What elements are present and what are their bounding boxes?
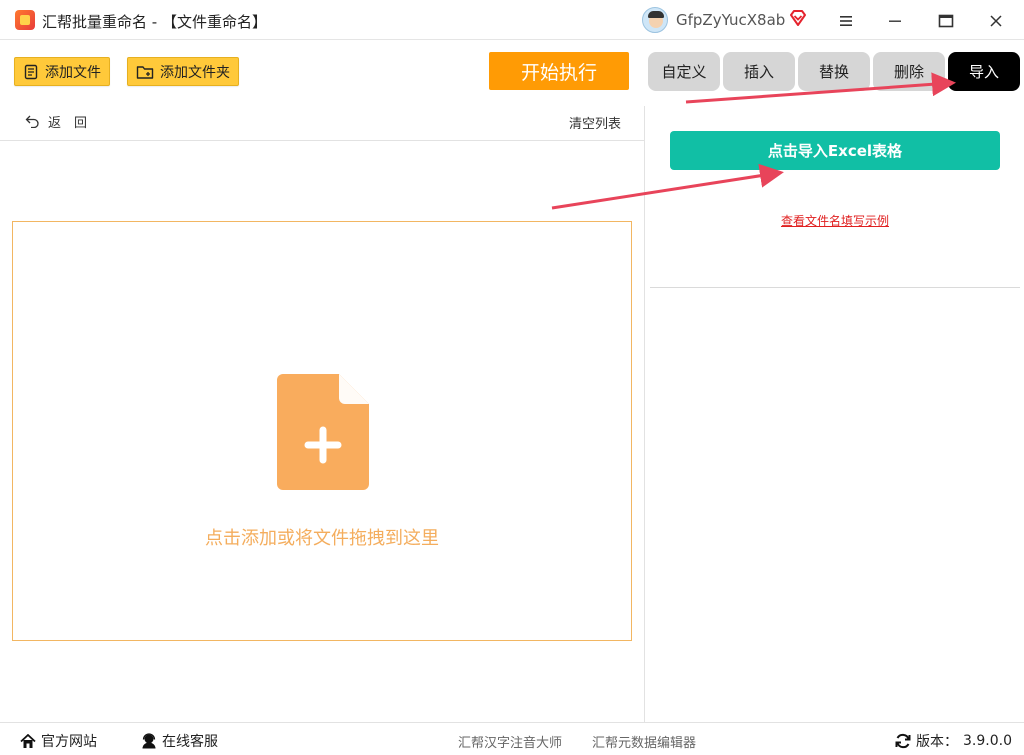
import-excel-button[interactable]: 点击导入Excel表格 — [670, 131, 1000, 170]
window-title: 汇帮批量重命名 - 【文件重命名】 — [42, 13, 267, 31]
tab-custom[interactable]: 自定义 — [648, 52, 720, 91]
filename-example-link[interactable]: 查看文件名填写示例 — [645, 212, 1024, 229]
folder-add-icon — [136, 65, 154, 79]
avatar-hair — [648, 11, 664, 18]
metadata-editor-link[interactable]: 汇帮元数据编辑器 — [592, 732, 696, 751]
hamburger-icon — [840, 16, 852, 26]
import-panel: 点击导入Excel表格 查看文件名填写示例 — [644, 106, 1024, 722]
vip-diamond-icon[interactable] — [789, 9, 807, 27]
file-list-icon — [24, 64, 38, 79]
start-button[interactable]: 开始执行 — [489, 52, 629, 90]
minimize-icon — [889, 20, 901, 22]
tab-import[interactable]: 导入 — [948, 52, 1020, 91]
customer-service-icon — [142, 733, 156, 749]
username[interactable]: GfpZyYucX8ab — [676, 11, 785, 29]
back-label: 返 回 — [48, 116, 88, 131]
online-service-link[interactable]: 在线客服 — [141, 731, 218, 751]
home-icon — [20, 733, 36, 748]
version-info: 版本： 3.9.0.0 — [895, 731, 1012, 751]
maximize-button[interactable] — [933, 8, 959, 34]
tab-replace[interactable]: 替换 — [798, 52, 870, 91]
add-folder-label: 添加文件夹 — [160, 64, 230, 81]
drop-hint-text: 点击添加或将文件拖拽到这里 — [205, 528, 439, 549]
title-bar: 汇帮批量重命名 - 【文件重命名】 GfpZyYucX8ab — [0, 0, 1024, 40]
back-link[interactable]: 返 回 — [25, 112, 87, 131]
minimize-button[interactable] — [882, 8, 908, 34]
close-button[interactable] — [983, 8, 1009, 34]
version-number: 3.9.0.0 — [963, 733, 1012, 749]
app-logo — [15, 10, 35, 30]
back-arrow-icon — [25, 115, 39, 128]
hanzi-pinyin-link[interactable]: 汇帮汉字注音大师 — [458, 732, 562, 751]
refresh-icon — [895, 733, 911, 749]
close-icon — [990, 15, 1002, 27]
divider — [650, 287, 1020, 288]
version-label: 版本： — [916, 734, 958, 750]
add-file-label: 添加文件 — [45, 64, 101, 81]
clear-list-button[interactable]: 清空列表 — [569, 113, 621, 132]
official-site-link[interactable]: 官方网站 — [20, 731, 97, 751]
divider — [0, 140, 644, 141]
status-bar: 官方网站 在线客服 汇帮汉字注音大师 汇帮元数据编辑器 版本： 3.9.0.0 — [0, 722, 1024, 755]
file-drop-zone[interactable]: 点击添加或将文件拖拽到这里 — [12, 221, 632, 641]
add-folder-button[interactable]: 添加文件夹 — [127, 57, 239, 86]
official-site-label: 官方网站 — [41, 734, 97, 750]
add-file-icon — [277, 374, 369, 490]
maximize-icon — [938, 14, 954, 28]
add-file-button[interactable]: 添加文件 — [14, 57, 110, 86]
tab-delete[interactable]: 删除 — [873, 52, 945, 91]
user-avatar[interactable] — [642, 7, 668, 33]
online-service-label: 在线客服 — [162, 734, 218, 750]
menu-button[interactable] — [833, 8, 859, 34]
tab-insert[interactable]: 插入 — [723, 52, 795, 91]
